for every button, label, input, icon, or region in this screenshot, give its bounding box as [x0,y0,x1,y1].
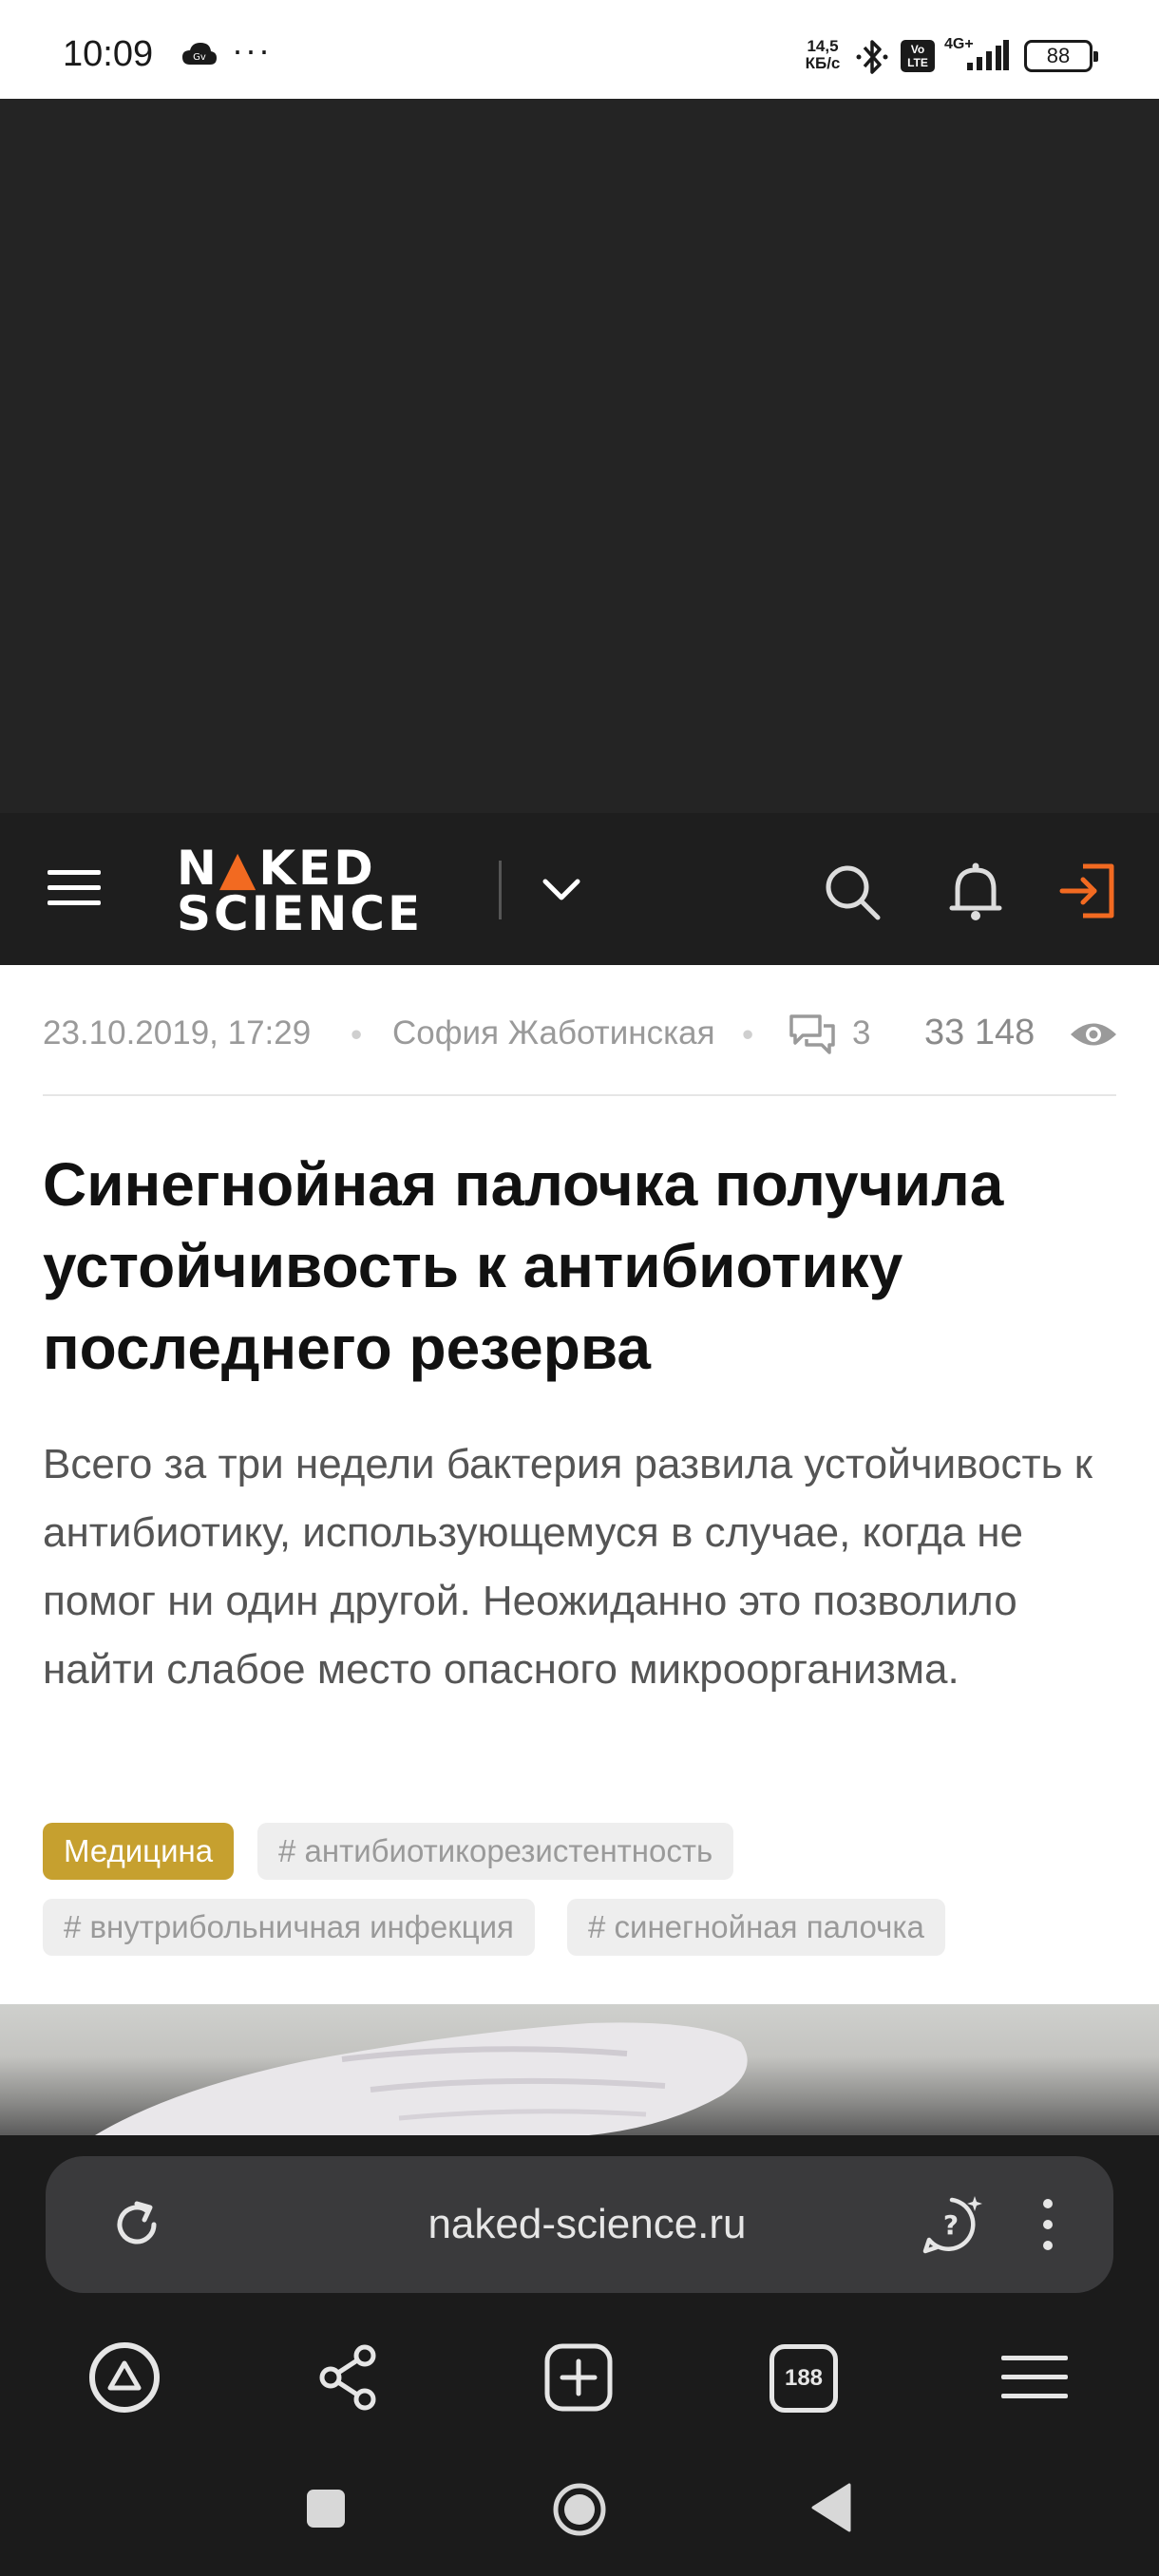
recents-icon[interactable] [304,2487,348,2530]
logo-line-1: N▲KED [177,841,376,896]
browser-chrome: naked-science.ru ? 188 [0,2135,1159,2576]
address-bar[interactable]: naked-science.ru ? [46,2156,1113,2293]
comments-icon[interactable] [788,1011,837,1060]
svg-text:?: ? [943,2209,959,2241]
article: 23.10.2019, 17:29 • София Жаботинская • … [0,965,1159,2135]
cloud-label: Gv [193,52,206,63]
volte-badge: Vo LTE [901,40,935,72]
menu-icon[interactable] [992,2335,1077,2420]
cloud-icon: Gv [182,43,217,65]
more-vertical-icon[interactable] [1034,2194,1062,2255]
eye-icon [1071,1023,1116,1046]
article-meta: 23.10.2019, 17:29 • София Жаботинская • … [43,1011,1116,1090]
status-more-dots: ··· [232,30,272,69]
bell-icon[interactable] [946,861,1005,923]
tag-link[interactable]: # синегнойная палочка [567,1899,945,1956]
bluetooth-icon [856,40,888,74]
search-icon[interactable] [823,862,882,921]
login-icon[interactable] [1056,861,1117,921]
share-icon[interactable] [308,2335,393,2420]
home-circle-icon[interactable] [551,2481,608,2538]
logo-line-2: SCIENCE [177,886,424,941]
url-text[interactable]: naked-science.ru [236,2156,939,2293]
site-logo[interactable]: N▲KED SCIENCE [177,841,471,941]
new-tab-icon[interactable] [536,2335,621,2420]
status-time: 10:09 [63,34,154,74]
system-navigation-bar [0,2458,1159,2576]
back-icon[interactable] [809,2481,853,2534]
article-author[interactable]: София Жаботинская [392,1014,715,1052]
battery-icon: 88 [1024,40,1098,72]
meta-separator: • [742,1016,754,1053]
signal-icon [967,40,1009,70]
gloved-hand-image [95,2022,748,2135]
tag-link[interactable]: # внутрибольничная инфекция [43,1899,535,1956]
status-bar: 10:09 Gv ··· 14,5 КБ/с Vo LTE 4G+ 88 [0,0,1159,99]
article-title: Синегнойная палочка получила устойчивост… [43,1150,1004,1382]
reload-icon[interactable] [108,2196,165,2253]
assistant-icon[interactable]: ? [920,2192,986,2259]
article-hero-image [0,2004,1159,2135]
meta-divider [43,1094,1116,1096]
network-speed: 14,5 КБ/с [805,37,841,72]
header-divider [499,861,502,919]
article-date: 23.10.2019, 17:29 [43,1014,312,1051]
site-header: N▲KED SCIENCE [0,813,1159,965]
chevron-down-icon[interactable] [538,866,585,914]
tag-link[interactable]: # антибиотикорезистентность [257,1823,734,1880]
browser-toolbar: 188 [0,2335,1159,2458]
comment-count[interactable]: 3 [852,1014,870,1052]
tabs-icon[interactable]: 188 [770,2344,838,2413]
home-icon[interactable] [82,2335,167,2420]
article-lead: Всего за три недели бактерия развила уст… [43,1441,1093,1693]
meta-separator: • [351,1016,363,1053]
category-tag[interactable]: Медицина [43,1823,235,1880]
view-count: 33 148 [924,1013,1036,1052]
menu-icon[interactable] [46,864,103,912]
ad-banner-area [0,99,1159,813]
